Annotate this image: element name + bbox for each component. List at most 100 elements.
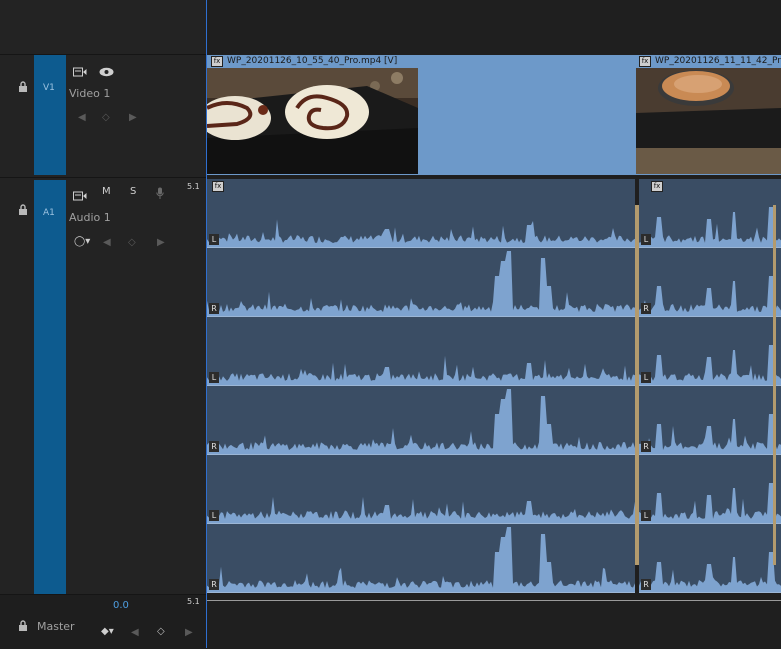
waveform-path bbox=[639, 345, 781, 385]
volume-keyframe-icon[interactable]: ◯▾ bbox=[74, 236, 90, 247]
audio-channel-lane: L bbox=[207, 455, 635, 524]
fx-badge: fx bbox=[211, 56, 223, 67]
audio-track-header[interactable]: A1 M S 5.1 Audio 1 ◯▾ ◀ ◇ ▶ bbox=[0, 177, 206, 594]
track-header-top-area bbox=[0, 0, 206, 54]
mute-button[interactable]: M bbox=[102, 186, 111, 197]
video-track-lane[interactable]: fx WP_20201126_10_55_40_Pro.mp4 [V] fx WP_… bbox=[207, 54, 781, 176]
channel-label: R bbox=[209, 579, 219, 590]
channel-label: L bbox=[209, 372, 219, 383]
master-volume-line bbox=[207, 600, 781, 601]
format-label: 5.1 bbox=[187, 597, 200, 606]
solo-button[interactable]: S bbox=[130, 186, 136, 197]
clip-name: WP_20201126_11_11_42_Pro.mp4 bbox=[655, 56, 781, 66]
channel-label: R bbox=[209, 441, 219, 452]
prev-keyframe-icon[interactable]: ◀ bbox=[78, 112, 86, 123]
track-name: Audio 1 bbox=[69, 211, 111, 224]
waveform bbox=[207, 496, 635, 523]
master-track-header[interactable]: Master 0.0 5.1 ◆▾ ◀ ◇ ▶ bbox=[0, 594, 206, 649]
waveform-path bbox=[207, 389, 635, 454]
microphone-icon[interactable] bbox=[156, 185, 164, 204]
format-label: 5.1 bbox=[187, 182, 200, 191]
waveform-path bbox=[639, 483, 781, 523]
audio-channel-lane: L bbox=[639, 455, 781, 524]
prev-keyframe-icon[interactable]: ◀ bbox=[131, 627, 139, 638]
track-target-v1[interactable]: V1 bbox=[34, 55, 66, 175]
audio-channel-lane: R bbox=[639, 524, 781, 593]
volume-keyframe-icon[interactable]: ◆▾ bbox=[101, 626, 114, 637]
lock-icon[interactable] bbox=[18, 81, 28, 95]
track-id-label: A1 bbox=[43, 208, 55, 218]
audio-clip[interactable]: fx LRLRLR bbox=[207, 179, 635, 593]
audio-channel-lane: R bbox=[207, 386, 635, 455]
channel-label: L bbox=[641, 510, 651, 521]
waveform-path bbox=[639, 207, 781, 247]
waveform bbox=[639, 345, 781, 385]
video-clip[interactable]: fx WP_20201126_10_55_40_Pro.mp4 [V] bbox=[207, 55, 635, 175]
clip-header: fx WP_20201126_10_55_40_Pro.mp4 [V] bbox=[207, 55, 635, 68]
video-clip[interactable]: fx WP_20201126_11_11_42_Pro.mp4 bbox=[635, 55, 781, 175]
track-id-label: V1 bbox=[43, 83, 55, 93]
master-track-lane[interactable] bbox=[207, 594, 781, 648]
add-keyframe-icon[interactable]: ◇ bbox=[157, 626, 165, 637]
toggle-sync-lock-icon[interactable] bbox=[73, 62, 87, 81]
toggle-sync-lock-icon[interactable] bbox=[73, 186, 87, 205]
lock-icon[interactable] bbox=[18, 204, 28, 218]
clip-name: WP_20201126_10_55_40_Pro.mp4 [V] bbox=[227, 56, 398, 66]
channel-label: R bbox=[209, 303, 219, 314]
waveform-path bbox=[207, 496, 635, 523]
channel-label: R bbox=[641, 579, 651, 590]
audio-track-lane[interactable]: fx LRLRLR fx LRLRLR bbox=[207, 177, 781, 593]
track-name: Video 1 bbox=[69, 87, 111, 100]
audio-channel-lane: L bbox=[639, 179, 781, 248]
playhead-line[interactable] bbox=[206, 0, 207, 648]
add-keyframe-icon[interactable]: ◇ bbox=[102, 112, 110, 123]
waveform-path bbox=[207, 219, 635, 247]
channel-label: L bbox=[641, 234, 651, 245]
audio-channel-lane: R bbox=[207, 248, 635, 317]
next-keyframe-icon[interactable]: ▶ bbox=[157, 237, 165, 248]
channel-label: R bbox=[641, 441, 651, 452]
waveform bbox=[639, 207, 781, 247]
eye-icon[interactable] bbox=[99, 62, 114, 81]
clip-header: fx WP_20201126_11_11_42_Pro.mp4 bbox=[635, 55, 781, 68]
waveform-path bbox=[207, 251, 635, 316]
channel-label: L bbox=[209, 234, 219, 245]
waveform bbox=[639, 552, 781, 592]
track-target-a1[interactable]: A1 bbox=[34, 180, 66, 594]
next-keyframe-icon[interactable]: ▶ bbox=[185, 627, 193, 638]
channel-label: L bbox=[641, 372, 651, 383]
clip-thumbnail bbox=[207, 68, 418, 174]
waveform bbox=[639, 276, 781, 316]
waveform bbox=[207, 389, 635, 454]
waveform-path bbox=[639, 414, 781, 454]
waveform-path bbox=[207, 355, 635, 385]
channel-label: R bbox=[641, 303, 651, 314]
waveform bbox=[639, 483, 781, 523]
waveform bbox=[207, 251, 635, 316]
waveform-path bbox=[639, 276, 781, 316]
audio-channel-lane: L bbox=[207, 179, 635, 248]
video-track-header[interactable]: V1 Video 1 ◀ ◇ ▶ bbox=[0, 54, 206, 177]
prev-keyframe-icon[interactable]: ◀ bbox=[103, 237, 111, 248]
waveform bbox=[639, 414, 781, 454]
audio-channel-lane: R bbox=[639, 248, 781, 317]
waveform-path bbox=[207, 527, 635, 592]
audio-channel-lane: L bbox=[639, 317, 781, 386]
waveform-path bbox=[639, 552, 781, 592]
waveform bbox=[207, 527, 635, 592]
audio-channel-lane: R bbox=[207, 524, 635, 593]
fx-badge: fx bbox=[639, 56, 651, 67]
waveform bbox=[207, 355, 635, 385]
next-keyframe-icon[interactable]: ▶ bbox=[129, 112, 137, 123]
timeline-ruler-area[interactable] bbox=[207, 0, 781, 54]
audio-gain-marker[interactable] bbox=[773, 205, 776, 565]
audio-clip[interactable]: fx LRLRLR bbox=[639, 179, 781, 593]
lock-icon[interactable] bbox=[18, 620, 28, 634]
audio-channel-lane: L bbox=[207, 317, 635, 386]
clip-thumbnail bbox=[636, 68, 781, 174]
audio-channel-lane: R bbox=[639, 386, 781, 455]
channel-label: L bbox=[209, 510, 219, 521]
add-keyframe-icon[interactable]: ◇ bbox=[128, 237, 136, 248]
master-name: Master bbox=[37, 620, 75, 633]
master-volume-value[interactable]: 0.0 bbox=[113, 600, 129, 611]
